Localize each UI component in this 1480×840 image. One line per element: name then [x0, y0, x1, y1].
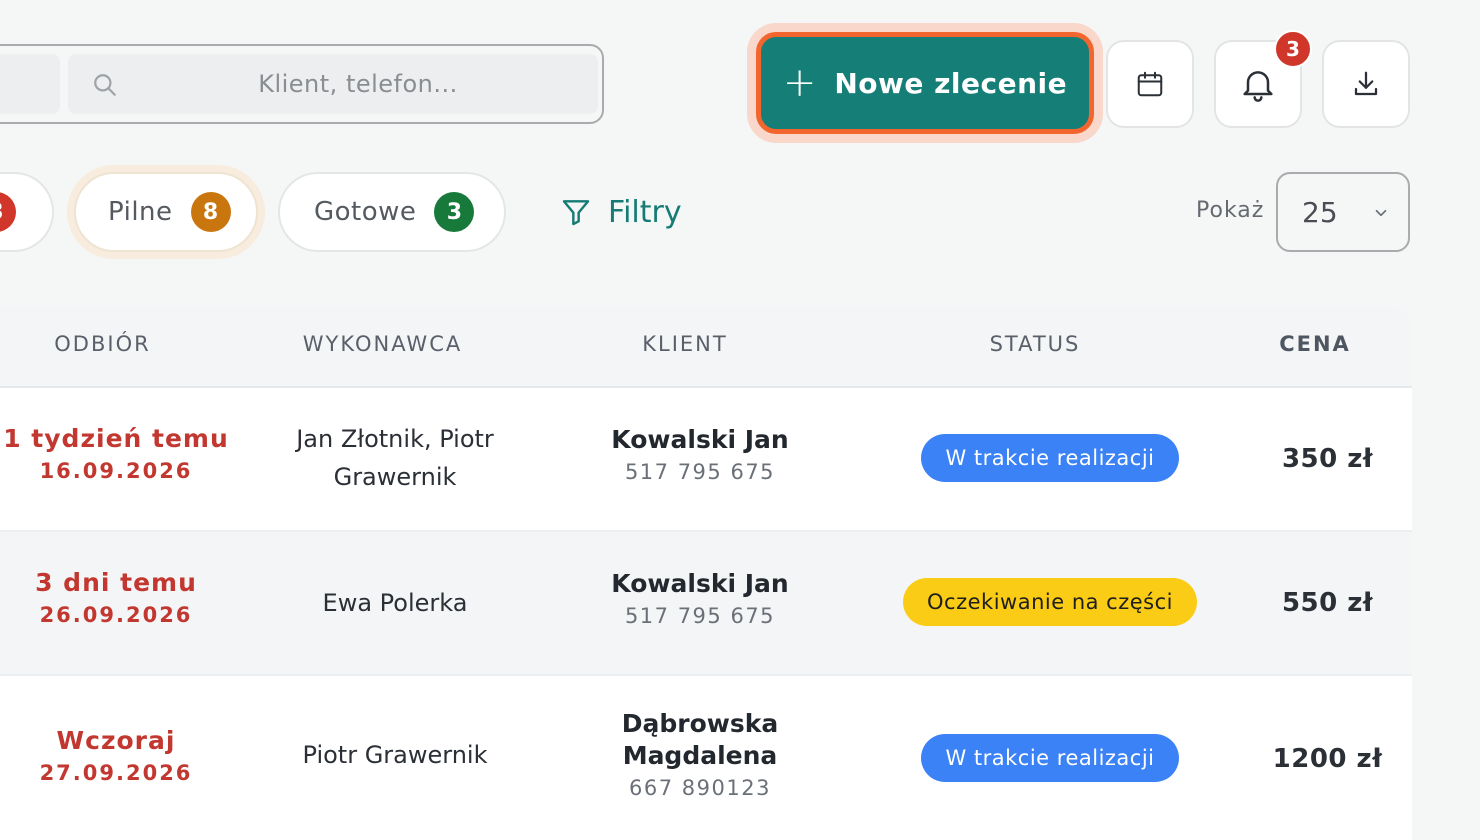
chip-count-badge: 8	[190, 192, 231, 232]
price-cell: 350 zł	[1250, 444, 1405, 474]
download-icon	[1354, 71, 1378, 96]
new-order-label: Nowe zlecenie	[834, 66, 1068, 100]
bell-icon	[1243, 71, 1273, 102]
filter-chip-gotowe[interactable]: Gotowe 3	[278, 172, 506, 252]
chip-count-badge: 3	[434, 192, 475, 232]
filter-chip-previous[interactable]: 3	[0, 172, 54, 252]
client-phone: 517 795 675	[624, 604, 776, 628]
client-name: Magdalena	[622, 741, 778, 770]
column-header-cena[interactable]: CENA	[1260, 332, 1370, 356]
status-badge[interactable]: W trakcie realizacji	[921, 434, 1179, 482]
assignee-cell: Piotr Grawernik	[260, 736, 530, 774]
calendar-button[interactable]	[1106, 40, 1194, 128]
table-row[interactable]: Wczoraj 27.09.2026 Piotr Grawernik Dąbro…	[0, 676, 1412, 840]
due-date: 16.09.2026	[39, 459, 193, 483]
page-size-value: 25	[1302, 195, 1338, 229]
client-name: Kowalski Jan	[611, 569, 789, 598]
filter-chip-pilne[interactable]: Pilne 8	[74, 172, 258, 252]
chevron-down-icon	[1375, 209, 1387, 217]
assignee-line: Jan Złotnik, Piotr	[296, 425, 494, 453]
plus-icon: +	[782, 60, 817, 106]
column-header-odbior[interactable]: ODBIÓR	[40, 332, 165, 356]
due-relative: Wczoraj	[56, 726, 176, 755]
chip-label: Pilne	[108, 197, 173, 227]
price-cell: 550 zł	[1250, 588, 1405, 618]
chip-label: Gotowe	[314, 197, 417, 227]
orders-table: ODBIÓR WYKONAWCA KLIENT STATUS CENA 1 ty…	[0, 306, 1412, 840]
assignee-line: Ewa Polerka	[322, 589, 468, 617]
column-header-klient[interactable]: KLIENT	[610, 332, 760, 356]
table-header: ODBIÓR WYKONAWCA KLIENT STATUS CENA	[0, 306, 1412, 388]
status-cell: Oczekiwanie na części	[860, 578, 1240, 626]
page-size-label: Pokaż	[1196, 198, 1265, 223]
assignee-line: Piotr Grawernik	[302, 741, 488, 769]
status-badge[interactable]: W trakcie realizacji	[921, 734, 1179, 782]
table-row[interactable]: 1 tydzień temu 16.09.2026 Jan Złotnik, P…	[0, 388, 1412, 532]
assignee-line: Grawernik	[333, 463, 457, 491]
price: 550 zł	[1281, 588, 1374, 618]
due-cell: 1 tydzień temu 16.09.2026	[0, 424, 236, 483]
search-scope-selector[interactable]	[0, 54, 60, 114]
filters-label: Filtry	[608, 194, 682, 230]
client-cell: Kowalski Jan 517 795 675	[570, 568, 830, 628]
status-badge[interactable]: Oczekiwanie na części	[903, 578, 1197, 626]
client-cell: Kowalski Jan 517 795 675	[570, 424, 830, 484]
filter-icon	[562, 200, 590, 226]
search-input[interactable]	[138, 54, 578, 114]
table-row[interactable]: 3 dni temu 26.09.2026 Ewa Polerka Kowals…	[0, 532, 1412, 676]
search-field[interactable]	[68, 54, 598, 114]
client-name: Kowalski Jan	[611, 425, 789, 454]
assignee-cell: Jan Złotnik, Piotr Grawernik	[260, 420, 530, 496]
due-cell: 3 dni temu 26.09.2026	[0, 568, 236, 627]
due-cell: Wczoraj 27.09.2026	[0, 726, 236, 785]
orders-page: + Nowe zlecenie 3 3 Pilne 8 Got	[0, 0, 1480, 840]
notifications-count-badge: 3	[1274, 30, 1312, 68]
client-name: Dąbrowska	[621, 709, 779, 738]
due-relative: 1 tydzień temu	[3, 424, 229, 453]
column-header-wykonawca[interactable]: WYKONAWCA	[270, 332, 495, 356]
client-phone: 517 795 675	[624, 460, 776, 484]
status-cell: W trakcie realizacji	[860, 734, 1240, 782]
new-order-button[interactable]: + Nowe zlecenie	[756, 32, 1094, 134]
search-icon	[94, 74, 116, 96]
price: 350 zł	[1281, 444, 1374, 474]
chip-count-badge: 3	[0, 192, 16, 232]
search-bar	[0, 44, 604, 124]
status-cell: W trakcie realizacji	[860, 434, 1240, 482]
column-header-status[interactable]: STATUS	[960, 332, 1110, 356]
client-cell: Dąbrowska Magdalena 667 890123	[570, 708, 830, 800]
download-button[interactable]	[1322, 40, 1410, 128]
filters-button[interactable]: Filtry	[560, 190, 682, 234]
due-relative: 3 dni temu	[35, 568, 197, 597]
page-size-select[interactable]: 25	[1276, 172, 1410, 252]
price: 1200 zł	[1272, 744, 1383, 774]
due-date: 27.09.2026	[39, 761, 193, 785]
assignee-cell: Ewa Polerka	[260, 584, 530, 622]
price-cell: 1200 zł	[1250, 744, 1405, 774]
client-phone: 667 890123	[629, 776, 771, 800]
calendar-icon	[1137, 71, 1163, 97]
due-date: 26.09.2026	[39, 603, 193, 627]
